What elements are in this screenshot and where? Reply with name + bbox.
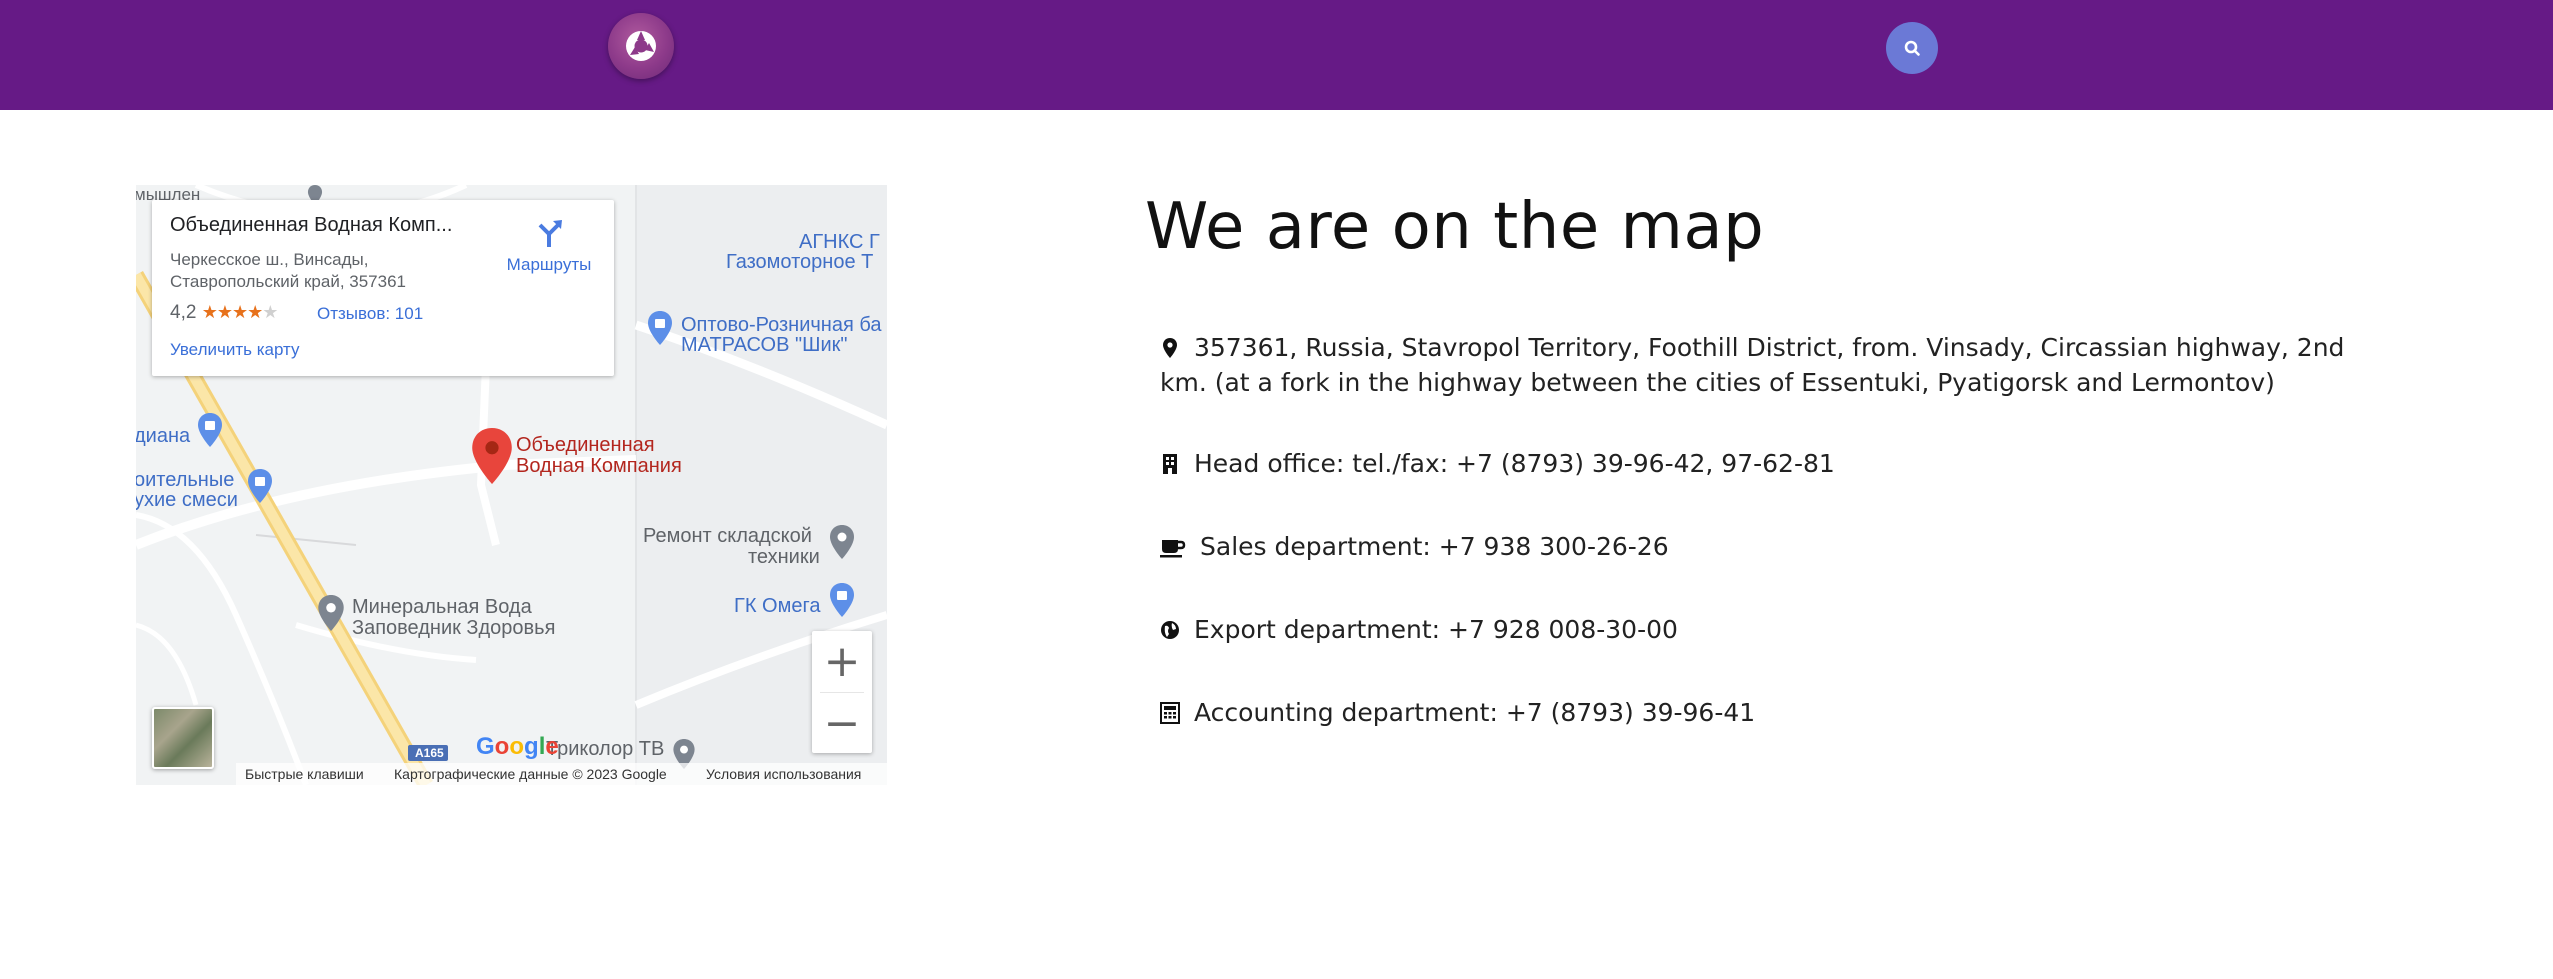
map-label: Триколор ТВ: [546, 738, 665, 760]
map-label: ухие смеси: [136, 489, 238, 511]
coffee-icon: [1160, 540, 1186, 558]
satellite-layer-toggle[interactable]: [152, 707, 214, 769]
place-title: Объединенная Водная Комп...: [170, 214, 453, 236]
contact-text: Accounting department: +7 (8793) 39-96-4…: [1194, 698, 1756, 727]
shop-pin-icon[interactable]: [198, 413, 222, 447]
map-label: Ремонт складской: [643, 525, 812, 547]
reviews-link[interactable]: Отзывов: 101: [317, 304, 423, 324]
top-navigation-bar: [0, 0, 2553, 110]
zoom-in-button[interactable]: +: [812, 631, 872, 691]
enlarge-map-link[interactable]: Увеличить карту: [170, 340, 300, 360]
map-label: МАТРАСОВ "Шик": [681, 334, 848, 356]
map-label: Заповедник Здоровья: [352, 617, 556, 639]
place-rating: 4,2 ★★★★★: [170, 302, 278, 324]
terms-link[interactable]: Условия использования: [706, 766, 861, 782]
selected-location-marker-icon[interactable]: [472, 428, 512, 484]
map-label: Минеральная Вода: [352, 596, 532, 618]
google-map-embed[interactable]: мышлен АГНКС Г Газомоторное Т Оптово-Роз…: [136, 185, 887, 785]
directions-icon: [538, 220, 562, 247]
building-icon: [1163, 454, 1177, 474]
contact-text: Export department: +7 928 008-30-00: [1194, 615, 1678, 644]
place-info-card: Объединенная Водная Комп... Черкесское ш…: [152, 200, 614, 376]
address-line: Ставропольский край, 357361: [170, 272, 406, 291]
map-label: Водная Компания: [516, 455, 682, 477]
calculator-icon: [1160, 702, 1180, 724]
contact-export: Export department: +7 928 008-30-00: [1160, 612, 1678, 647]
rating-stars: ★★★★: [201, 302, 264, 322]
map-marker-icon: [1163, 338, 1177, 358]
map-label: оительные: [136, 469, 235, 491]
contact-text: Sales department: +7 938 300-26-26: [1200, 532, 1669, 561]
map-label: Объединенная: [516, 434, 655, 456]
zoom-out-button[interactable]: −: [812, 693, 872, 753]
map-label: Оптово-Розничная ба: [681, 314, 882, 336]
aperture-logo-icon[interactable]: [608, 13, 674, 79]
page-title: We are on the map: [1145, 190, 1765, 264]
shop-pin-icon[interactable]: [648, 311, 672, 345]
contact-accounting: Accounting department: +7 (8793) 39-96-4…: [1160, 695, 1755, 730]
contact-text: 357361, Russia, Stavropol Territory, Foo…: [1160, 333, 2345, 397]
place-pin-icon[interactable]: [830, 525, 854, 559]
map-copyright: Картографические данные © 2023 Google: [394, 766, 667, 782]
address-line: Черкесское ш., Винсады,: [170, 250, 369, 269]
map-label: ГК Омега: [734, 595, 821, 617]
shop-pin-icon[interactable]: [830, 583, 854, 617]
rating-star-empty: ★: [262, 302, 278, 322]
globe-icon: [1161, 621, 1179, 639]
search-icon: [1904, 40, 1920, 56]
contact-text: Head office: tel./fax: +7 (8793) 39-96-4…: [1194, 449, 1835, 478]
place-pin-icon[interactable]: [318, 595, 344, 631]
contact-sales: Sales department: +7 938 300-26-26: [1160, 529, 1669, 564]
search-button[interactable]: [1886, 22, 1938, 74]
map-label: диана: [136, 425, 191, 447]
map-label: Газомоторное Т: [726, 251, 874, 273]
directions-label: Маршруты: [506, 255, 592, 274]
contact-head-office: Head office: tel./fax: +7 (8793) 39-96-4…: [1160, 446, 1835, 481]
place-address: Черкесское ш., Винсады, Ставропольский к…: [170, 249, 470, 293]
map-label: АГНКС Г: [799, 231, 880, 253]
directions-button[interactable]: Маршруты: [494, 216, 604, 275]
keyboard-shortcuts-link[interactable]: Быстрые клавиши: [245, 766, 364, 782]
zoom-controls: + −: [812, 631, 872, 753]
road-number-label: A165: [415, 746, 444, 760]
contact-address: 357361, Russia, Stavropol Territory, Foo…: [1160, 330, 2370, 400]
rating-value: 4,2: [170, 302, 197, 323]
map-footer: Быстрые клавиши Картографические данные …: [236, 763, 887, 785]
google-logo: Google: [476, 733, 559, 760]
shop-pin-icon[interactable]: [248, 469, 272, 503]
map-label: техники: [748, 546, 820, 568]
